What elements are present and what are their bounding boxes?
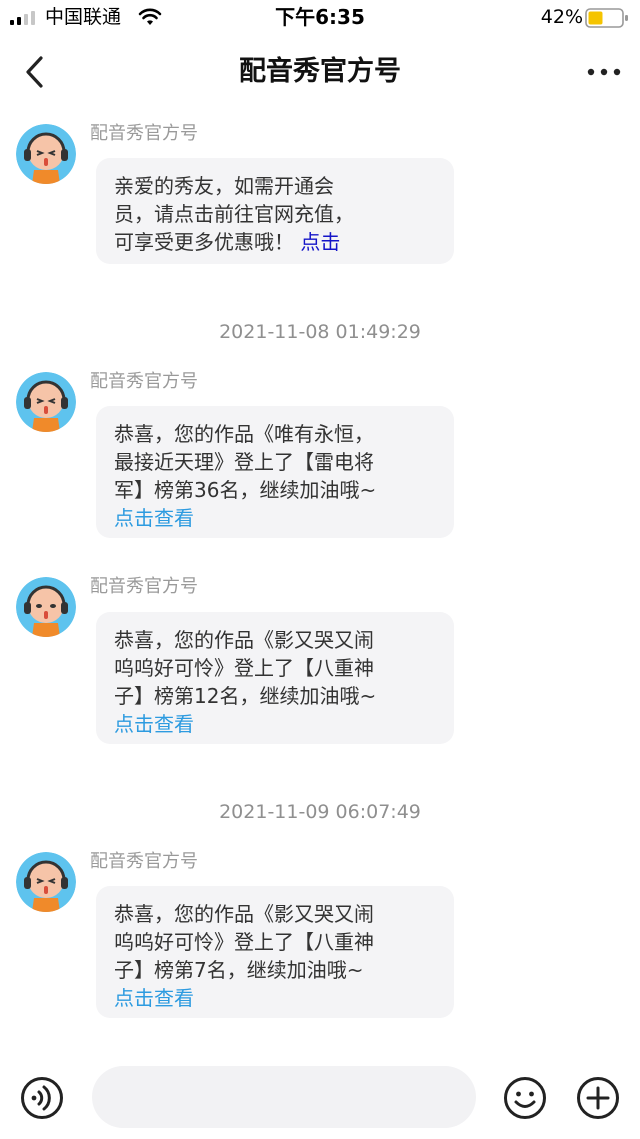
mascot-avatar-icon — [16, 577, 76, 637]
message-bubble: 恭喜，您的作品《影又哭又闹 呜呜好可怜》登上了【八重神 子】榜第12名，继续加油… — [96, 612, 454, 744]
message-line: 军】榜第36名，继续加油哦~ — [114, 478, 377, 502]
timestamp: 2021-11-08 01:49:29 — [219, 321, 421, 343]
mascot-avatar-icon — [16, 124, 76, 184]
message-bubble: 亲爱的秀友，如需开通会 员，请点击前往官网充值， 可享受更多优惠哦！ 点击 — [96, 158, 454, 264]
message-line: 恭喜，您的作品《影又哭又闹 — [114, 902, 374, 926]
avatar[interactable] — [16, 577, 76, 637]
plus-circle-icon[interactable] — [576, 1076, 620, 1120]
chat-screen: 中国联通 下午6:35 42% 配音秀官方号 配音秀官方号 亲爱的秀友，如需开通… — [0, 0, 640, 1139]
sender-name: 配音秀官方号 — [90, 123, 198, 144]
message-input[interactable] — [92, 1066, 476, 1128]
input-bar — [0, 1060, 640, 1139]
message-line: 呜呜好可怜》登上了【八重神 — [114, 930, 374, 954]
mascot-avatar-icon — [16, 372, 76, 432]
more-button[interactable] — [582, 54, 626, 90]
message-text: 可享受更多优惠哦！ — [114, 230, 294, 254]
status-bar: 中国联通 下午6:35 42% — [0, 0, 640, 36]
emoji-icon[interactable] — [503, 1076, 547, 1120]
message-line: 子】榜第12名，继续加油哦~ — [114, 684, 377, 708]
chevron-left-icon — [26, 56, 43, 88]
message-line: 员，请点击前往官网充值， — [114, 202, 354, 226]
message-line: 呜呜好可怜》登上了【八重神 — [114, 656, 374, 680]
avatar[interactable] — [16, 124, 76, 184]
sender-name: 配音秀官方号 — [90, 371, 198, 392]
avatar[interactable] — [16, 852, 76, 912]
recharge-link[interactable]: 点击 — [300, 230, 340, 254]
timestamp: 2021-11-09 06:07:49 — [219, 801, 421, 823]
message-line: 最接近天理》登上了【雷电将 — [114, 450, 374, 474]
message-line: 恭喜，您的作品《影又哭又闹 — [114, 628, 374, 652]
battery-percent: 42% — [540, 6, 583, 28]
back-button[interactable] — [14, 48, 54, 96]
nav-bar: 配音秀官方号 — [0, 36, 640, 108]
message-line: 恭喜，您的作品《唯有永恒， — [114, 422, 374, 446]
message-bubble: 恭喜，您的作品《影又哭又闹 呜呜好可怜》登上了【八重神 子】榜第7名，继续加油哦… — [96, 886, 454, 1018]
sender-name: 配音秀官方号 — [90, 851, 198, 872]
sender-name: 配音秀官方号 — [90, 576, 198, 597]
voice-icon[interactable] — [20, 1076, 64, 1120]
view-link[interactable]: 点击查看 — [114, 710, 436, 738]
message-line: 亲爱的秀友，如需开通会 — [114, 174, 334, 198]
battery-icon — [585, 8, 628, 28]
mascot-avatar-icon — [16, 852, 76, 912]
message-line: 可享受更多优惠哦！ 点击 — [114, 228, 436, 256]
message-line: 子】榜第7名，继续加油哦~ — [114, 958, 364, 982]
page-title: 配音秀官方号 — [239, 56, 401, 87]
view-link[interactable]: 点击查看 — [114, 504, 436, 532]
message-bubble: 恭喜，您的作品《唯有永恒， 最接近天理》登上了【雷电将 军】榜第36名，继续加油… — [96, 406, 454, 538]
more-dots-icon — [587, 68, 621, 76]
avatar[interactable] — [16, 372, 76, 432]
view-link[interactable]: 点击查看 — [114, 984, 436, 1012]
